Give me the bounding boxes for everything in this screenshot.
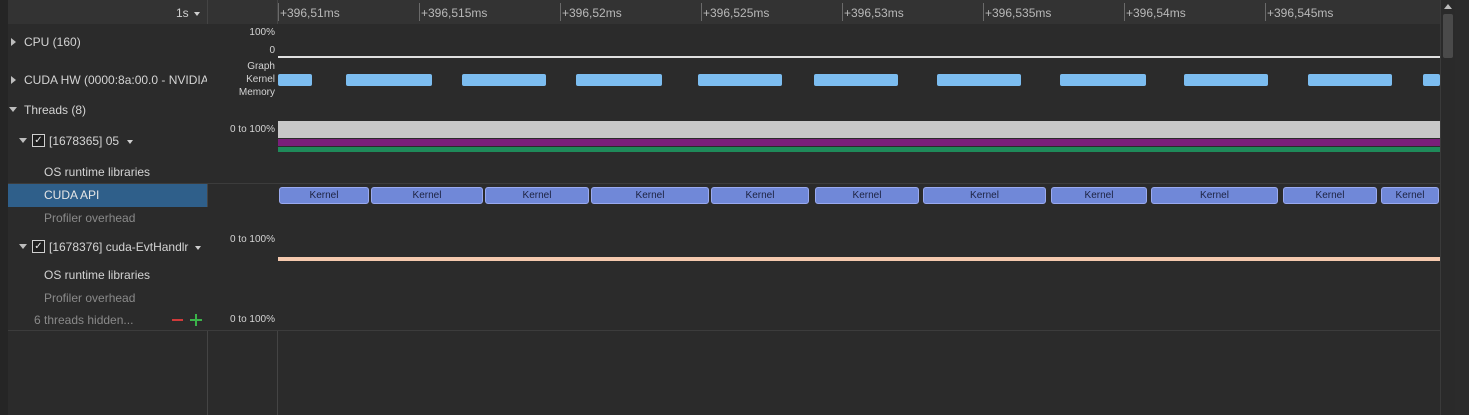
tick-label: +396,535ms — [985, 6, 1052, 20]
tick-mark — [419, 3, 420, 21]
cpu-scale-min: 0 — [269, 45, 275, 56]
thread-utilization-line[interactable] — [278, 257, 1440, 261]
collapse-icon[interactable] — [9, 107, 17, 112]
graph-sublabel: Graph — [247, 61, 275, 72]
expand-icon[interactable] — [11, 38, 16, 46]
plus-icon-vertical — [195, 314, 197, 326]
kernel-bar[interactable] — [462, 74, 546, 86]
kernel-sublabel: Kernel — [246, 74, 275, 85]
os-runtime-row — [8, 160, 1440, 184]
tick-mark — [1265, 3, 1266, 21]
chevron-down-icon[interactable] — [195, 246, 201, 250]
tick-mark — [701, 3, 702, 21]
thread-state-bar[interactable] — [278, 139, 1440, 146]
threads-label: Threads (8) — [24, 103, 87, 117]
kernel-launch-bar[interactable]: Kernel — [711, 187, 809, 204]
os-runtime-row — [8, 264, 1440, 287]
collapse-icon[interactable] — [19, 244, 27, 249]
profiler-overhead-label: Profiler overhead — [44, 211, 136, 225]
vertical-scrollbar[interactable] — [1440, 0, 1455, 415]
cuda-api-label: CUDA API — [44, 188, 100, 202]
scrollbar-thumb[interactable] — [1443, 14, 1453, 58]
tick-label: +396,53ms — [844, 6, 904, 20]
kernel-launch-bar[interactable]: Kernel — [923, 187, 1046, 204]
kernel-bar[interactable] — [278, 74, 312, 86]
profiler-overhead-row — [8, 286, 1440, 310]
os-runtime-label: OS runtime libraries — [44, 268, 151, 282]
tick-label: +396,51ms — [280, 6, 340, 20]
kernel-launch-bar[interactable]: Kernel — [815, 187, 919, 204]
memory-sublabel: Memory — [238, 87, 275, 98]
tick-mark — [278, 3, 279, 21]
tick-label: +396,52ms — [562, 6, 622, 20]
kernel-launch-bar[interactable]: Kernel — [279, 187, 369, 204]
kernel-launch-bar[interactable]: Kernel — [1051, 187, 1147, 204]
profiler-overhead-label: Profiler overhead — [44, 291, 136, 305]
tick-label: +396,54ms — [1126, 6, 1186, 20]
cpu-scale-max: 100% — [249, 27, 275, 38]
thread-utilization-bar[interactable] — [278, 121, 1440, 138]
chevron-down-icon[interactable] — [127, 140, 133, 144]
kernel-bar[interactable] — [1184, 74, 1268, 86]
kernel-bar[interactable] — [1060, 74, 1146, 86]
zoom-selector[interactable]: 1s — [150, 6, 200, 20]
kernel-launch-bar[interactable]: Kernel — [591, 187, 709, 204]
kernel-launch-bar[interactable]: Kernel — [1381, 187, 1439, 204]
thread-activity-bar[interactable] — [278, 147, 1440, 152]
kernel-bar[interactable] — [1423, 74, 1440, 86]
scroll-up-icon[interactable] — [1444, 4, 1452, 9]
cpu-label: CPU (160) — [24, 35, 81, 49]
os-runtime-label: OS runtime libraries — [44, 165, 151, 179]
tick-mark — [842, 3, 843, 21]
kernel-bar[interactable] — [346, 74, 432, 86]
chevron-down-icon — [194, 11, 200, 16]
tick-label: +396,545ms — [1267, 6, 1334, 20]
expand-icon[interactable] — [11, 76, 16, 84]
hidden-threads-scale: 0 to 100% — [229, 314, 275, 325]
kernel-bar[interactable] — [698, 74, 782, 86]
kernel-launch-bar[interactable]: Kernel — [1283, 187, 1377, 204]
kernel-bar[interactable] — [576, 74, 662, 86]
cuda-api-row-selected[interactable] — [8, 184, 207, 207]
threads-row — [8, 100, 1440, 121]
cuda-hw-label: CUDA HW (0000:8a:00.0 - NVIDIA I — [24, 73, 207, 87]
zoom-label: 1s — [175, 6, 189, 20]
tick-label: +396,515ms — [421, 6, 488, 20]
kernel-launch-bar[interactable]: Kernel — [1151, 187, 1278, 204]
kernel-bar[interactable] — [937, 74, 1021, 86]
kernel-launch-bar[interactable]: Kernel — [371, 187, 483, 204]
cpu-utilization-line[interactable] — [278, 56, 1440, 58]
kernel-bar[interactable] — [1308, 74, 1392, 86]
left-gutter — [0, 0, 8, 415]
hidden-threads-label[interactable]: 6 threads hidden... — [34, 313, 133, 327]
thread-label: [1678376] cuda-EvtHandlr — [49, 240, 189, 254]
tick-mark — [983, 3, 984, 21]
thread-visibility-checkbox[interactable]: ✓ — [32, 240, 45, 253]
thread-visibility-checkbox[interactable]: ✓ — [32, 134, 45, 147]
profiler-overhead-row — [8, 207, 1440, 231]
tick-mark — [560, 3, 561, 21]
minus-icon[interactable] — [172, 319, 183, 321]
thread-label: [1678365] 05 — [49, 134, 120, 148]
kernel-bar[interactable] — [814, 74, 898, 86]
collapse-icon[interactable] — [19, 138, 27, 143]
tick-mark — [1124, 3, 1125, 21]
kernel-launch-bar[interactable]: Kernel — [485, 187, 589, 204]
thread-scale: 0 to 100% — [229, 124, 275, 135]
thread-scale: 0 to 100% — [229, 234, 275, 245]
tick-label: +396,525ms — [703, 6, 770, 20]
